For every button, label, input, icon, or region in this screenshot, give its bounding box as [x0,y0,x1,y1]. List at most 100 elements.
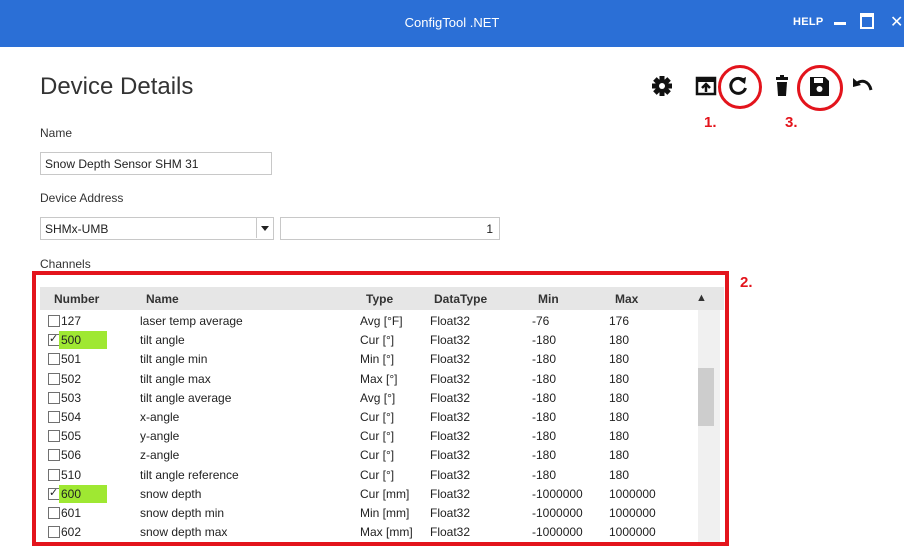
cell-max: 180 [609,371,630,386]
cell-max: 180 [609,448,630,463]
scroll-up-icon[interactable]: ▲ [696,292,707,304]
cell-min: -180 [532,352,557,367]
upload-icon[interactable] [692,72,720,100]
column-type[interactable]: Type [366,292,393,306]
cell-name: tilt angle average [140,390,232,405]
cell-type: Min [°] [360,352,395,367]
cell-min: -180 [532,448,557,463]
gear-icon[interactable] [648,72,676,100]
cell-datatype: Float32 [430,506,471,520]
table-row[interactable]: 505 y-angle Cur [°] Float32 -180 180 [40,427,700,446]
cell-max: 180 [609,390,630,405]
row-checkbox[interactable] [48,353,60,366]
table-row[interactable]: ✓ 600 snow depth Cur [mm] Float32 -1000000 100… [40,484,700,504]
checkmark-icon: ✓ [49,486,59,499]
row-checkbox[interactable] [48,411,60,423]
cell-datatype: Float32 [430,486,471,501]
scrollbar-track[interactable] [698,310,720,542]
column-min[interactable]: Min [538,292,559,306]
device-address-label: Device Address [40,191,124,205]
column-datatype[interactable]: DataType [434,292,487,306]
cell-min: -180 [532,410,557,424]
row-checkbox[interactable] [48,430,60,443]
cell-number: 500 [59,331,108,350]
table-row[interactable]: 503 tilt angle average Avg [°] Float32 -180 1… [40,389,700,408]
cell-number: 501 [61,352,82,367]
device-address-value: 1 [486,222,493,236]
row-checkbox[interactable] [48,449,60,462]
annotation-circle-refresh [718,65,762,109]
column-number[interactable]: Number [54,292,99,306]
cell-number: 600 [59,484,108,503]
cell-type: Avg [°] [360,390,396,405]
cell-number: 503 [61,390,82,405]
cell-min: -76 [532,314,550,328]
delete-icon[interactable] [768,72,796,100]
title-bar: ConfigTool .NET HELP ✕ [0,0,904,47]
cell-name: snow depth [140,486,202,501]
cell-number: 601 [61,506,82,520]
cell-name: tilt angle max [140,371,211,386]
cell-min: -180 [532,371,557,386]
cell-max: 180 [609,410,630,424]
column-name[interactable]: Name [146,292,179,306]
cell-type: Avg [°F] [360,314,403,328]
cell-min: -180 [532,390,557,405]
annotation-label-3: 3. [785,114,798,131]
name-field[interactable]: Snow Depth Sensor SHM 31 [40,152,272,175]
cell-max: 176 [609,314,630,328]
cell-datatype: Float32 [430,352,471,367]
annotation-label-2: 2. [740,274,753,291]
cell-number: 510 [61,467,82,482]
channels-label: Channels [40,257,91,271]
table-row[interactable]: 127 laser temp average Avg [°F] Float32 -76 1… [40,312,700,331]
table-row[interactable]: 502 tilt angle max Max [°] Float32 -180 180 [40,370,700,389]
cell-min: -180 [532,429,557,444]
row-checkbox[interactable] [48,315,60,327]
cell-max: 1000000 [609,486,656,501]
device-address-field[interactable]: 1 [280,217,500,240]
table-row[interactable]: ✓ 500 tilt angle Cur [°] Float32 -180 180 [40,331,700,350]
table-row[interactable]: 602 snow depth max Max [mm] Float32 -1000000… [40,523,700,542]
row-checkbox[interactable] [48,391,60,404]
annotation-circle-save [797,65,843,111]
table-row[interactable]: 501 tilt angle min Min [°] Float32 -180 180 [40,350,700,369]
cell-min: -1000000 [532,525,583,540]
row-checkbox[interactable] [48,507,60,519]
table-row[interactable]: 504 x-angle Cur [°] Float32 -180 180 [40,408,700,427]
maximize-icon[interactable] [860,13,874,29]
cell-number: 505 [61,429,82,444]
cell-type: Cur [°] [360,467,395,482]
cell-type: Cur [°] [360,410,395,424]
cell-max: 180 [609,467,630,482]
row-checkbox[interactable] [48,526,60,539]
cell-min: -1000000 [532,486,583,501]
cell-datatype: Float32 [430,410,471,424]
table-row[interactable]: 510 tilt angle reference Cur [°] Float32 -18… [40,466,700,485]
cell-datatype: Float32 [430,371,471,386]
cell-type: Cur [°] [360,429,395,444]
cell-name: laser temp average [140,314,243,328]
cell-datatype: Float32 [430,448,471,463]
help-button[interactable]: HELP [793,16,824,28]
chevron-down-icon[interactable] [256,218,273,238]
row-checkbox[interactable] [48,468,60,481]
column-max[interactable]: Max [615,292,638,306]
channels-table: Number Name Type DataType Min Max ▲ 127 l… [32,271,729,546]
page-title: Device Details [40,73,194,100]
window-title: ConfigTool .NET [404,15,500,30]
scrollbar-thumb[interactable] [698,368,714,426]
table-row[interactable]: 601 snow depth min Min [mm] Float32 -1000000… [40,504,700,523]
cell-datatype: Float32 [430,467,471,482]
cell-datatype: Float32 [430,390,471,405]
undo-icon[interactable] [848,72,876,100]
cell-type: Cur [mm] [360,486,410,501]
cell-number: 506 [61,448,82,463]
minimize-icon[interactable] [834,22,846,25]
row-checkbox[interactable] [48,372,60,385]
table-row[interactable]: 506 z-angle Cur [°] Float32 -180 180 [40,446,700,465]
protocol-dropdown[interactable]: SHMx-UMB [40,217,274,240]
name-field-value: Snow Depth Sensor SHM 31 [45,157,199,171]
cell-min: -180 [532,333,557,348]
close-icon[interactable]: ✕ [890,12,903,32]
